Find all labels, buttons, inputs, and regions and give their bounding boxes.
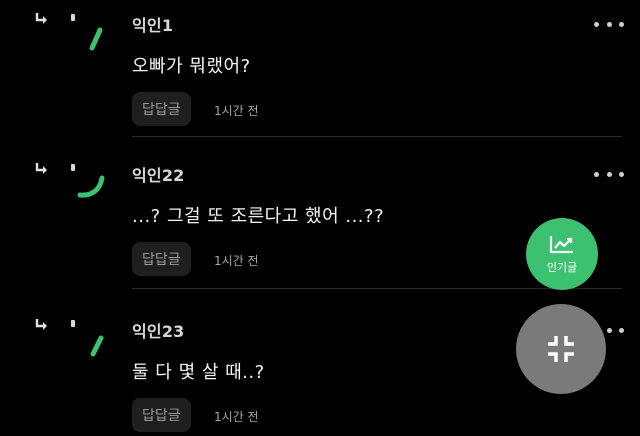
comment-text: ...? 그걸 또 조른다고 했어 ...?? bbox=[132, 206, 385, 227]
comment-text: 둘 다 몇 살 때..? bbox=[132, 362, 265, 383]
comment-author: 익인22 bbox=[132, 166, 185, 185]
comment-timestamp: 1시간 전 bbox=[214, 254, 259, 268]
more-options-icon[interactable] bbox=[594, 170, 624, 178]
reply-arrow-icon bbox=[35, 319, 47, 330]
comment-timestamp: 1시간 전 bbox=[214, 410, 259, 424]
more-options-icon[interactable] bbox=[594, 20, 624, 28]
avatar bbox=[90, 335, 104, 357]
reply-arrow-icon bbox=[35, 163, 47, 174]
trending-chart-icon bbox=[549, 235, 573, 253]
handle-dot-icon bbox=[71, 320, 75, 327]
avatar bbox=[77, 175, 105, 198]
handle-dot-icon bbox=[71, 14, 75, 21]
comment-author: 익인1 bbox=[132, 16, 174, 35]
reply-button[interactable]: 답답글 bbox=[132, 242, 191, 276]
divider bbox=[132, 288, 622, 289]
comment-author: 익인23 bbox=[132, 322, 185, 341]
avatar bbox=[89, 27, 103, 51]
divider bbox=[132, 136, 622, 137]
reply-button[interactable]: 답답글 bbox=[132, 398, 191, 432]
popular-posts-label: 인기글 bbox=[546, 260, 578, 274]
comment-thread: 익인1 오빠가 뭐랬어? 답답글 1시간 전 익인22 ...? 그걸 또 조른… bbox=[0, 0, 640, 436]
popular-posts-button[interactable]: 인기글 bbox=[526, 218, 598, 290]
comment-timestamp: 1시간 전 bbox=[214, 104, 259, 118]
collapse-button[interactable] bbox=[516, 304, 606, 394]
comment-item: 익인1 오빠가 뭐랬어? 답답글 1시간 전 bbox=[0, 8, 640, 138]
comment-text: 오빠가 뭐랬어? bbox=[132, 56, 251, 77]
reply-button[interactable]: 답답글 bbox=[132, 92, 191, 126]
handle-dot-icon bbox=[71, 164, 75, 171]
collapse-icon bbox=[548, 336, 574, 362]
reply-arrow-icon bbox=[35, 13, 47, 24]
